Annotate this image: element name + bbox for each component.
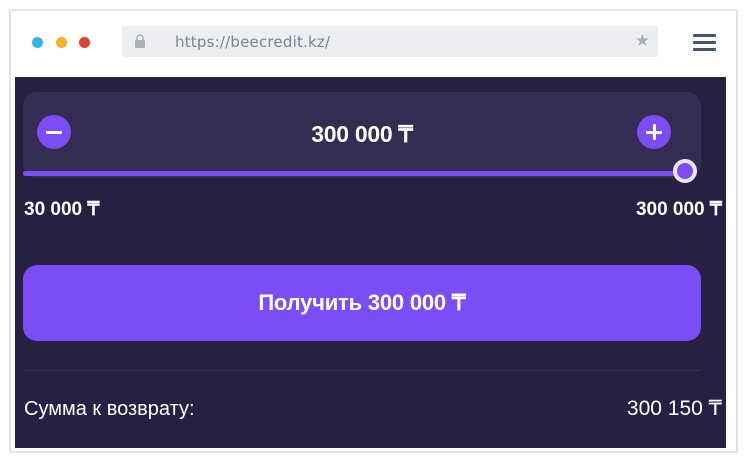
amount-selector: 300 000 ₸ <box>23 92 701 178</box>
amount-slider-fill <box>23 171 685 176</box>
selected-amount: 300 000 ₸ <box>311 121 413 147</box>
browser-window: https://beecredit.kz/ ★ 300 000 ₸ 30 000… <box>9 9 738 453</box>
amount-slider-thumb[interactable] <box>673 159 697 183</box>
divider <box>23 370 701 371</box>
window-close-dot[interactable] <box>32 37 43 48</box>
bookmark-star-icon[interactable]: ★ <box>635 31 650 51</box>
address-bar[interactable]: https://beecredit.kz/ ★ <box>122 26 658 57</box>
max-amount-label: 300 000 ₸ <box>635 199 722 220</box>
window-maximize-dot[interactable] <box>79 37 90 48</box>
url-text[interactable]: https://beecredit.kz/ <box>175 33 330 51</box>
hamburger-menu-icon[interactable] <box>693 34 716 52</box>
browser-toolbar: https://beecredit.kz/ ★ <box>11 11 736 77</box>
plus-icon <box>646 124 662 140</box>
repayment-value: 300 150 ₸ <box>626 397 722 420</box>
get-loan-button[interactable]: Получить 300 000 ₸ <box>23 265 701 341</box>
amount-slider-track[interactable] <box>23 171 685 176</box>
increase-amount-button[interactable] <box>637 115 671 149</box>
loan-calculator: 300 000 ₸ 30 000 ₸ 300 000 ₸ Получить 30… <box>15 77 726 448</box>
lock-icon <box>135 34 145 48</box>
min-amount-label: 30 000 ₸ <box>24 199 100 220</box>
repayment-label: Сумма к возврату: <box>24 398 195 420</box>
window-minimize-dot[interactable] <box>56 37 67 48</box>
